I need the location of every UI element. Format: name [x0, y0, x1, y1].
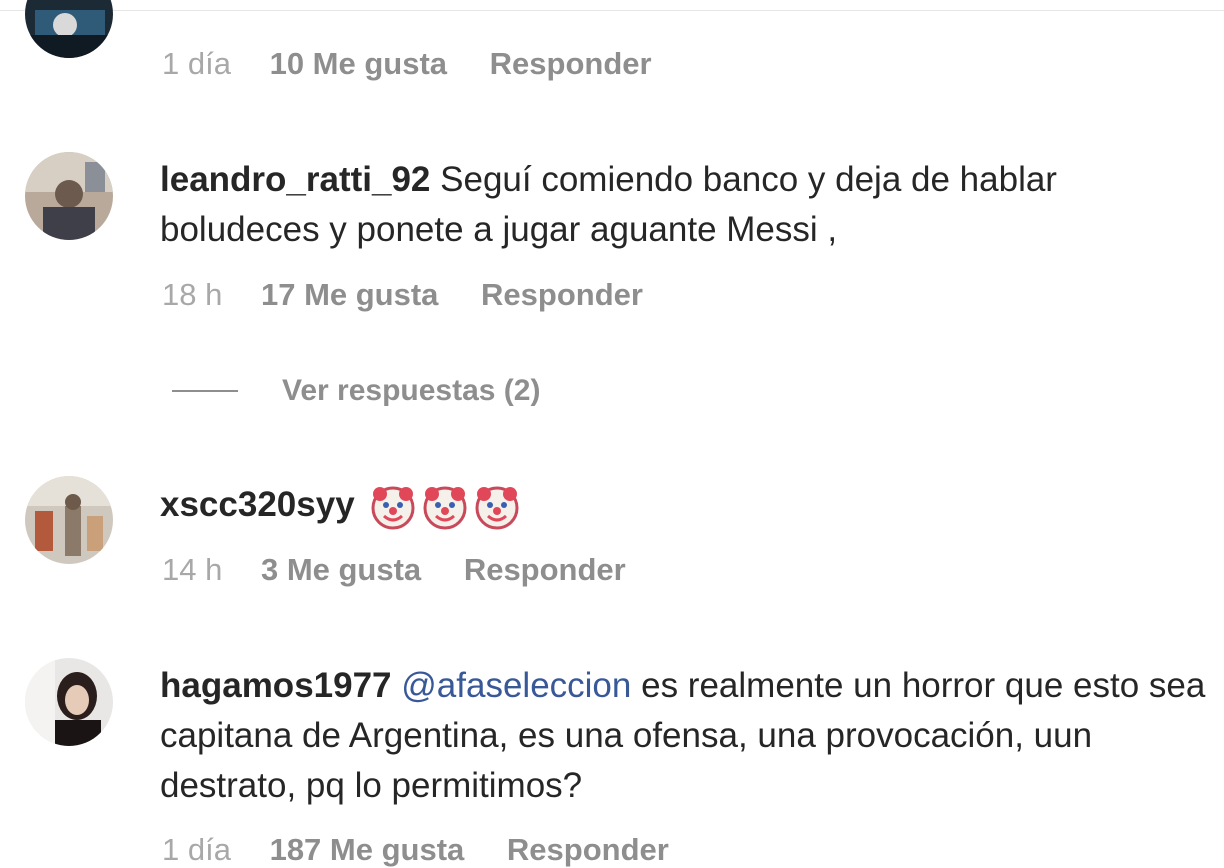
comment-username[interactable]: xscc320syy [160, 485, 355, 524]
comment-meta: 1 día 10 Me gusta Responder [162, 46, 652, 82]
comment-body: leandro_ratti_92 Seguí comiendo banco y … [160, 155, 1214, 255]
avatar[interactable] [25, 152, 113, 240]
view-replies-label: Ver respuestas (2) [282, 374, 541, 407]
comment-meta: 18 h 17 Me gusta Responder [162, 277, 643, 313]
comment-meta: 1 día 187 Me gusta Responder [162, 832, 669, 868]
likes-count[interactable]: 3 Me gusta [261, 552, 421, 587]
avatar[interactable] [25, 658, 113, 746]
comment-age: 1 día [162, 832, 231, 867]
comment-meta: 14 h 3 Me gusta Responder [162, 552, 626, 588]
divider [0, 10, 1224, 11]
avatar[interactable] [25, 0, 113, 58]
avatar[interactable] [25, 476, 113, 564]
reply-button[interactable]: Responder [464, 552, 626, 587]
likes-count[interactable]: 187 Me gusta [270, 832, 465, 867]
clown-face-icon [422, 484, 468, 530]
comment-age: 18 h [162, 277, 223, 312]
reply-button[interactable]: Responder [490, 46, 652, 81]
clown-face-icon [474, 484, 520, 530]
comment-username[interactable]: leandro_ratti_92 [160, 160, 430, 199]
comment-age: 1 día [162, 46, 231, 81]
reply-button[interactable]: Responder [481, 277, 643, 312]
comment-body: hagamos1977 @afaseleccion es realmente u… [160, 661, 1214, 811]
comment-body: xscc320syy [160, 480, 1214, 530]
comment-username[interactable]: hagamos1977 [160, 666, 392, 705]
clown-face-icon [370, 484, 416, 530]
reply-button[interactable]: Responder [507, 832, 669, 867]
comment-age: 14 h [162, 552, 223, 587]
view-replies-button[interactable]: Ver respuestas (2) [172, 368, 540, 414]
likes-count[interactable]: 17 Me gusta [261, 277, 438, 312]
divider [172, 390, 238, 392]
likes-count[interactable]: 10 Me gusta [270, 46, 447, 81]
mention-link[interactable]: @afaseleccion [401, 666, 631, 705]
